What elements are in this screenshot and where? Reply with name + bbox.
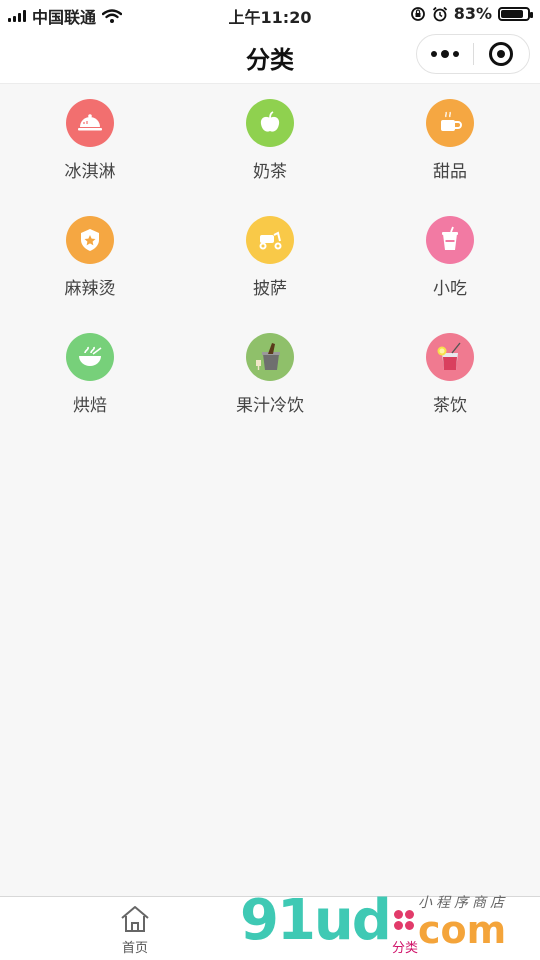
target-icon [489, 42, 514, 66]
more-dots-icon [430, 50, 459, 58]
cloche-icon [66, 99, 114, 147]
apple-icon [246, 99, 294, 147]
more-button[interactable] [417, 34, 473, 74]
category-item[interactable]: 披萨 [180, 201, 360, 318]
bowl-icon [66, 333, 114, 381]
category-label: 小吃 [433, 279, 467, 299]
category-label: 冰淇淋 [64, 162, 116, 182]
tab-bar: 首页 分类 [0, 896, 540, 960]
category-item[interactable]: 小吃 [360, 201, 540, 318]
tab-category-label: 分类 [391, 941, 418, 956]
category-item[interactable]: 烘焙 [0, 318, 180, 435]
category-item[interactable]: 甜品 [360, 84, 540, 201]
category-item[interactable]: 麻辣烫 [0, 201, 180, 318]
category-item[interactable]: 奶茶 [180, 84, 360, 201]
status-bar: 中国联通 上午11:20 83% [0, 0, 540, 28]
category-label: 烘焙 [73, 396, 107, 416]
home-icon [121, 906, 149, 932]
bottle-bucket-icon [246, 333, 294, 381]
category-item[interactable]: 冰淇淋 [0, 84, 180, 201]
star-badge-icon [66, 216, 114, 264]
category-label: 麻辣烫 [64, 279, 116, 299]
category-label: 奶茶 [253, 162, 287, 182]
category-item[interactable]: 茶饮 [360, 318, 540, 435]
tab-home-label: 首页 [121, 941, 148, 956]
alarm-icon [432, 6, 447, 21]
battery-percent: 83% [453, 4, 492, 23]
status-right: 83% [410, 4, 533, 23]
close-mini-program-button[interactable] [473, 34, 529, 74]
category-item[interactable]: 果汁冷饮 [180, 318, 360, 435]
battery-fill [501, 9, 523, 18]
category-grid: 冰淇淋 奶茶 甜品 麻辣烫 披萨 小吃 烘焙 果汁冷饮 茶饮 [0, 84, 540, 435]
cocktail-icon [426, 333, 474, 381]
orientation-lock-icon [410, 6, 425, 21]
scooter-icon [246, 216, 294, 264]
mini-program-capsule [416, 34, 530, 74]
drink-cup-icon [426, 216, 474, 264]
coffee-cup-icon [426, 99, 474, 147]
tab-home[interactable]: 首页 [0, 897, 270, 960]
battery-icon [498, 6, 533, 21]
tab-category[interactable]: 分类 [270, 897, 540, 960]
category-label: 披萨 [253, 279, 287, 299]
category-label: 茶饮 [433, 396, 467, 416]
nav-bar: 分类 [0, 28, 540, 84]
category-label: 果汁冷饮 [236, 396, 304, 416]
category-label: 甜品 [433, 162, 467, 182]
